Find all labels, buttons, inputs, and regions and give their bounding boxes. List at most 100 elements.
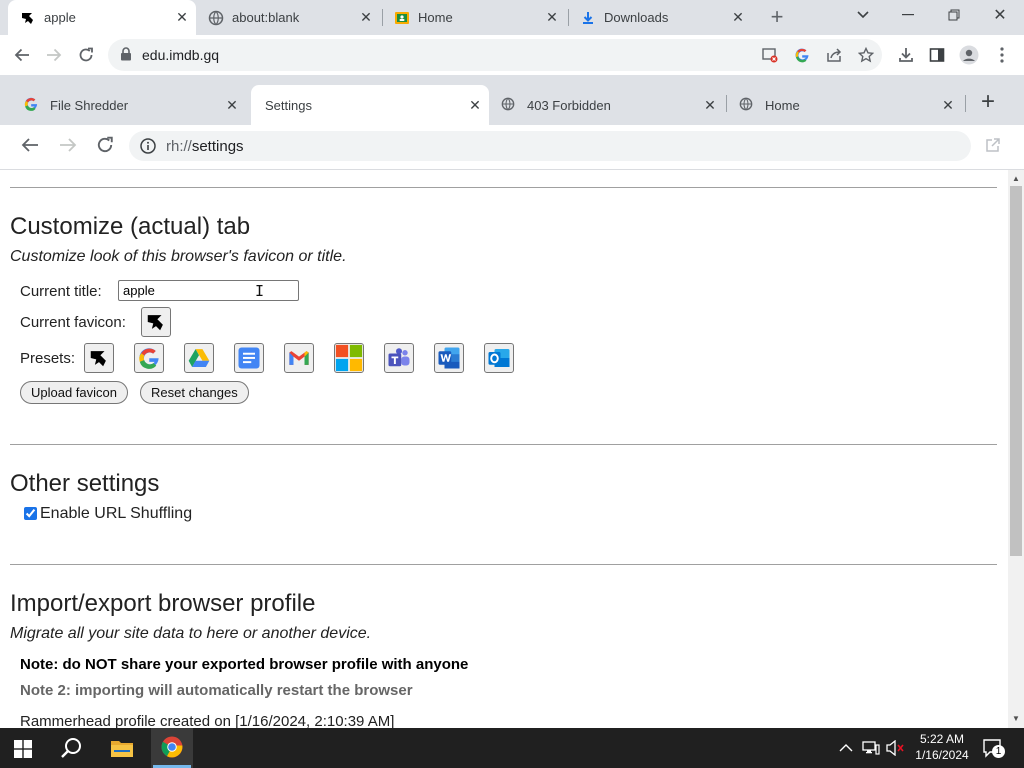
- outer-tab-label: apple: [44, 10, 76, 25]
- system-clock[interactable]: 5:22 AM 1/16/2024: [908, 731, 976, 763]
- close-icon[interactable]: ✕: [730, 9, 746, 25]
- google-lens-icon[interactable]: [794, 47, 810, 68]
- inner-tab-label: Settings: [265, 97, 312, 113]
- clock-date: 1/16/2024: [915, 748, 969, 762]
- scrollbar-thumb[interactable]: [1010, 186, 1022, 556]
- lock-icon: [120, 47, 132, 66]
- customize-description: Customize look of this browser's favicon…: [10, 248, 347, 265]
- file-explorer-icon[interactable]: [110, 738, 134, 763]
- reset-changes-button[interactable]: Reset changes: [140, 381, 249, 404]
- outer-tab-about-blank[interactable]: about:blank ✕: [200, 0, 380, 35]
- new-tab-plus-icon[interactable]: +: [763, 3, 791, 31]
- rammerhead-icon: [147, 315, 163, 331]
- close-icon[interactable]: ✕: [702, 97, 718, 113]
- preset-gmail-icon[interactable]: [284, 343, 314, 373]
- scroll-down-arrow-icon[interactable]: ▼: [1012, 714, 1020, 723]
- preset-rammerhead-icon[interactable]: [84, 343, 114, 373]
- back-icon[interactable]: [8, 41, 36, 69]
- outer-tab-downloads[interactable]: Downloads ✕: [572, 0, 752, 35]
- notification-center-icon[interactable]: 1: [982, 738, 1005, 763]
- windows-taskbar: 5:22 AM 1/16/2024 1: [0, 728, 1024, 768]
- current-favicon-label: Current favicon:: [20, 314, 126, 331]
- minimize-icon[interactable]: [894, 1, 922, 29]
- preset-google-drive-icon[interactable]: [184, 343, 214, 373]
- settings-page: Customize (actual) tab Customize look of…: [0, 170, 1008, 728]
- downloads-icon[interactable]: [892, 41, 920, 69]
- divider: [10, 444, 997, 445]
- inner-tab-label: File Shredder: [50, 97, 129, 113]
- outer-tab-label: Downloads: [604, 10, 669, 25]
- volume-muted-icon[interactable]: [886, 739, 906, 761]
- google-icon: [24, 97, 40, 113]
- text-cursor-icon: I: [255, 282, 265, 300]
- outer-url-text: edu.imdb.gq: [142, 47, 220, 63]
- preset-teams-icon[interactable]: [384, 343, 414, 373]
- reload-icon[interactable]: [72, 41, 100, 69]
- close-icon[interactable]: ✕: [940, 97, 956, 113]
- menu-dots-icon[interactable]: [988, 41, 1016, 69]
- inner-tab-label: Home: [765, 97, 800, 113]
- chrome-taskbar-button[interactable]: [151, 728, 193, 768]
- inner-address-bar[interactable]: rh://settings: [129, 131, 971, 161]
- inner-forward-icon[interactable]: [54, 131, 82, 159]
- show-hidden-icons-chevron-icon[interactable]: [839, 740, 853, 758]
- profile-avatar-icon[interactable]: [955, 41, 983, 69]
- url-shuffling-label: Enable URL Shuffling: [40, 505, 193, 522]
- inner-tab-file-shredder[interactable]: File Shredder ✕: [14, 85, 246, 125]
- close-window-icon[interactable]: ✕: [986, 1, 1014, 29]
- site-blocked-icon[interactable]: [762, 47, 778, 68]
- close-icon[interactable]: ✕: [358, 9, 374, 25]
- preset-google-icon[interactable]: [134, 343, 164, 373]
- inner-back-icon[interactable]: [16, 131, 44, 159]
- notification-count-badge: 1: [992, 745, 1005, 758]
- inner-reload-icon[interactable]: [91, 131, 119, 159]
- outer-tab-label: Home: [418, 10, 453, 25]
- preset-word-icon[interactable]: [434, 343, 464, 373]
- preset-outlook-icon[interactable]: [484, 343, 514, 373]
- chrome-icon: [161, 736, 183, 758]
- bookmark-star-icon[interactable]: [857, 46, 875, 68]
- outer-tab-apple[interactable]: apple ✕: [8, 0, 196, 35]
- open-external-icon[interactable]: [979, 131, 1007, 159]
- forward-icon[interactable]: [40, 41, 68, 69]
- outer-tab-label: about:blank: [232, 10, 300, 25]
- info-icon[interactable]: [140, 138, 156, 159]
- inner-new-tab-plus-icon[interactable]: +: [974, 88, 1002, 116]
- divider: [10, 187, 997, 188]
- inner-tab-home[interactable]: Home ✕: [729, 85, 962, 125]
- close-icon[interactable]: ✕: [174, 9, 190, 25]
- preset-microsoft-icon[interactable]: [334, 343, 364, 373]
- globe-icon: [501, 97, 517, 113]
- url-path: settings: [191, 138, 244, 155]
- customize-heading: Customize (actual) tab: [10, 213, 251, 240]
- google-classroom-icon: [394, 10, 410, 26]
- windows-start-icon[interactable]: [14, 740, 32, 763]
- restore-icon[interactable]: [940, 1, 968, 29]
- current-title-input[interactable]: [118, 280, 299, 301]
- close-icon[interactable]: ✕: [544, 9, 560, 25]
- outer-address-bar[interactable]: edu.imdb.gq: [108, 39, 882, 71]
- outer-tab-home[interactable]: Home ✕: [386, 0, 566, 35]
- page-scrollbar[interactable]: ▲ ▼: [1008, 170, 1024, 728]
- scroll-up-arrow-icon[interactable]: ▲: [1012, 174, 1020, 183]
- upload-favicon-button[interactable]: Upload favicon: [20, 381, 128, 404]
- search-icon[interactable]: [61, 737, 83, 764]
- inner-tab-label: 403 Forbidden: [527, 97, 611, 113]
- close-icon[interactable]: ✕: [467, 97, 483, 113]
- side-panel-icon[interactable]: [923, 41, 951, 69]
- globe-icon: [739, 97, 755, 113]
- inner-tab-403-forbidden[interactable]: 403 Forbidden ✕: [491, 85, 724, 125]
- globe-icon: [208, 10, 224, 26]
- network-icon[interactable]: [862, 740, 880, 761]
- inner-url-text: rh://settings: [166, 138, 244, 155]
- tab-search-chevron-icon[interactable]: [849, 1, 877, 29]
- inner-tab-settings[interactable]: Settings ✕: [251, 85, 489, 125]
- preset-google-docs-icon[interactable]: [234, 343, 264, 373]
- url-shuffling-checkbox[interactable]: [24, 507, 37, 520]
- close-icon[interactable]: ✕: [224, 97, 240, 113]
- current-favicon-button[interactable]: [141, 307, 171, 337]
- other-settings-heading: Other settings: [10, 470, 160, 497]
- import-export-heading: Import/export browser profile: [10, 590, 316, 617]
- divider: [10, 564, 997, 565]
- share-icon[interactable]: [826, 47, 842, 68]
